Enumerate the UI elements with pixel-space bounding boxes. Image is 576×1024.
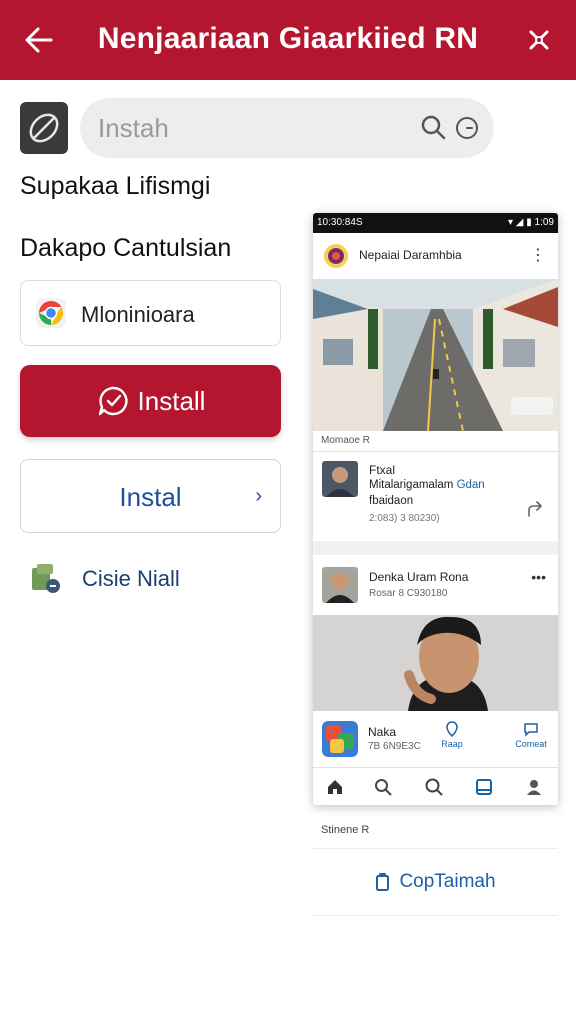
comment-author: Ftxal — [369, 463, 396, 477]
copy-button-label: CopTaimah — [399, 871, 496, 892]
status-clock: 1:09 — [534, 217, 554, 228]
chevron-right-icon: › — [255, 485, 262, 507]
comment-icon — [524, 723, 538, 737]
divider — [313, 541, 558, 555]
comment-label: Comeat — [515, 739, 547, 749]
comment-text-2: fbaidaon — [369, 495, 414, 507]
more-horiz-icon[interactable]: ••• — [531, 569, 546, 585]
phone-status-bar: 10:30:84S ▾ ◢ ▮ 1:09 — [313, 213, 558, 233]
post-meta: Rosar 8 C930180 — [369, 588, 448, 599]
tools-icon[interactable] — [528, 28, 550, 52]
pen-app-icon[interactable] — [20, 102, 68, 154]
street-photo — [313, 279, 558, 431]
clock-icon[interactable] — [454, 115, 480, 141]
app-card-label: Mloninioara — [81, 302, 195, 327]
install-button[interactable]: Install — [20, 365, 281, 437]
search-bar[interactable] — [80, 98, 494, 158]
chrome-icon — [36, 298, 66, 328]
more-vert-icon[interactable]: ⋮ — [530, 245, 546, 265]
post-header[interactable]: Denka Uram Rona Rosar 8 C930180 ••• — [313, 557, 558, 613]
preview-footer-label: Stinene R — [321, 824, 370, 836]
comment-item[interactable]: Ftxal Mitalarigamalam Gdan fbaidaon 2:08… — [313, 453, 558, 539]
phone-bottom-nav — [313, 767, 558, 805]
install-icon — [98, 386, 128, 416]
profile-logo-icon — [324, 244, 348, 268]
close-label: Cisie Niall — [82, 566, 180, 591]
explore-icon[interactable] — [424, 777, 444, 797]
home-icon[interactable] — [325, 777, 345, 797]
copy-button[interactable]: CopTaimah — [313, 848, 558, 916]
avatar — [322, 567, 358, 603]
comment-meta: 2:083) 3 80230) — [369, 513, 440, 524]
top-app-bar: Nenjaariaan Giaarkiied RN — [0, 0, 576, 80]
messages-icon[interactable] — [474, 777, 494, 797]
app-card[interactable]: Mloninioara — [20, 280, 281, 346]
pen-icon — [29, 113, 59, 143]
divider — [313, 451, 558, 452]
share-icon[interactable] — [526, 499, 546, 519]
install-button-label: Install — [137, 385, 206, 416]
react-button[interactable]: Raap — [439, 721, 465, 749]
app-row[interactable]: Naka 7B 6N9E3C Raap Comeat — [313, 713, 558, 765]
copy-icon — [376, 873, 390, 891]
app-stack-icon — [32, 564, 60, 593]
portrait-photo — [313, 615, 558, 711]
comment-link[interactable]: Gdan — [457, 479, 485, 491]
comment-button[interactable]: Comeat — [509, 721, 553, 749]
app-row-name: Naka — [368, 725, 397, 739]
post-author: Denka Uram Rona — [369, 570, 469, 584]
phone-preview: 10:30:84S ▾ ◢ ▮ 1:09 Nepaiai Daramhbia ⋮… — [313, 213, 558, 805]
pin-icon — [446, 721, 458, 738]
search-icon[interactable] — [373, 777, 393, 797]
page-title: Nenjaariaan Giaarkiied RN — [97, 22, 479, 55]
app-stack-icon — [322, 721, 358, 757]
section-subheading: Dakapo Cantulsian — [20, 234, 232, 262]
close-install-row[interactable]: Cisie Niall — [28, 558, 248, 598]
status-time: 10:30:84S — [317, 217, 363, 228]
photo-caption: Momaoe R — [321, 435, 370, 446]
instal-button-label: Instal — [119, 482, 182, 512]
status-right: ▾ ◢ ▮ 1:09 — [507, 217, 554, 228]
react-label: Raap — [441, 739, 463, 749]
profile-icon[interactable] — [524, 777, 544, 797]
instal-button[interactable]: Instal › — [20, 459, 281, 533]
back-arrow-icon[interactable] — [24, 26, 54, 54]
comment-text-main: Mitalarigamalam — [369, 479, 454, 491]
app-row-meta: 7B 6N9E3C — [368, 741, 421, 752]
avatar — [322, 461, 358, 497]
phone-post-header: Nepaiai Daramhbia ⋮ — [313, 235, 558, 279]
search-icon[interactable] — [420, 114, 446, 140]
search-input[interactable] — [98, 108, 398, 148]
phone-profile-name: Nepaiai Daramhbia — [359, 248, 462, 262]
comment-text: Mitalarigamalam Gdan — [369, 479, 485, 491]
section-heading: Supakaa Lifismgi — [20, 172, 211, 200]
